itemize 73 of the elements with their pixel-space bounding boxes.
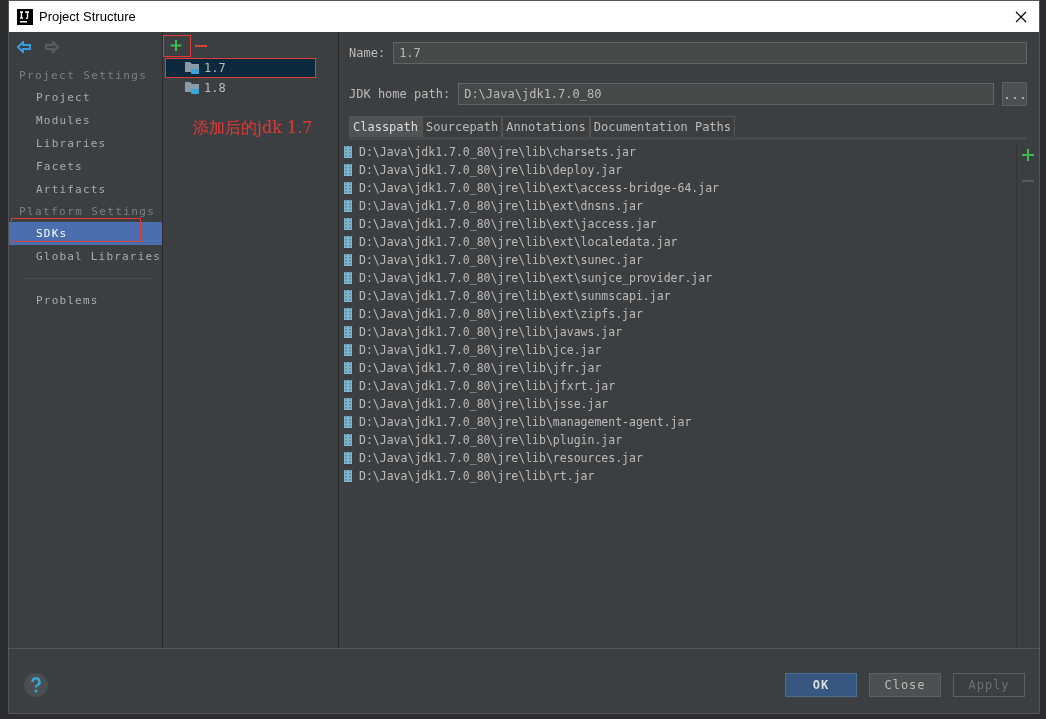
annotation-text: 添加后的jdk 1.7 xyxy=(192,117,314,139)
jar-icon xyxy=(344,254,352,266)
sidebar-item[interactable]: Artifacts xyxy=(9,178,162,201)
sidebar-item[interactable]: Problems xyxy=(9,289,162,312)
sidebar-item[interactable]: SDKs xyxy=(9,222,162,245)
jar-icon xyxy=(344,218,352,230)
jdk-home-path-field[interactable]: D:\Java\jdk1.7.0_80 xyxy=(458,83,994,105)
window-title: Project Structure xyxy=(39,9,136,24)
jar-icon xyxy=(344,416,352,428)
classpath-entry: D:\Java\jdk1.7.0_80\jre\lib\ext\access-bridge-64.jar xyxy=(359,181,720,195)
jar-icon xyxy=(344,236,352,248)
classpath-entry: D:\Java\jdk1.7.0_80\jre\lib\ext\dnsns.jar xyxy=(359,199,643,213)
classpath-entry: D:\Java\jdk1.7.0_80\jre\lib\charsets.jar xyxy=(359,145,636,159)
tab[interactable]: Documentation Paths xyxy=(589,116,736,137)
jar-icon xyxy=(344,362,352,374)
classpath-entry: D:\Java\jdk1.7.0_80\jre\lib\ext\zipfs.jar xyxy=(359,307,643,321)
jar-icon xyxy=(344,290,352,302)
classpath-entry: D:\Java\jdk1.7.0_80\jre\lib\jsse.jar xyxy=(359,397,609,411)
sdk-item[interactable]: 1.8 xyxy=(163,78,338,98)
close-icon[interactable] xyxy=(1015,10,1027,23)
dialog-button[interactable]: Close xyxy=(869,673,941,697)
sidebar-item[interactable]: Global Libraries xyxy=(9,245,162,268)
jar-icon xyxy=(344,182,352,194)
help-icon[interactable] xyxy=(23,672,49,698)
jar-icon xyxy=(344,326,352,338)
section-heading: Platform Settings xyxy=(18,204,157,220)
classpath-entry: D:\Java\jdk1.7.0_80\jre\lib\ext\sunec.jar xyxy=(359,253,643,267)
sidebar-item[interactable]: Facets xyxy=(9,155,162,178)
jar-icon xyxy=(344,272,352,284)
jar-icon xyxy=(344,398,352,410)
sidebar-item[interactable]: Project xyxy=(9,86,162,109)
back-arrow-icon[interactable] xyxy=(17,41,31,53)
sdk-label: 1.7 xyxy=(204,61,226,75)
classpath-entry: D:\Java\jdk1.7.0_80\jre\lib\plugin.jar xyxy=(359,433,623,447)
app-logo-icon xyxy=(17,8,33,25)
jar-icon xyxy=(344,146,352,158)
jdk-folder-icon xyxy=(185,81,201,95)
sdk-label: 1.8 xyxy=(204,81,226,95)
jar-icon xyxy=(344,380,352,392)
add-icon[interactable] xyxy=(163,35,191,57)
name-field[interactable]: 1.7 xyxy=(393,42,1027,64)
classpath-entry: D:\Java\jdk1.7.0_80\jre\lib\resources.jar xyxy=(359,451,643,465)
add-icon[interactable] xyxy=(1022,149,1034,161)
tab[interactable]: Sourcepath xyxy=(422,116,503,137)
jar-icon xyxy=(344,344,352,356)
classpath-entry: D:\Java\jdk1.7.0_80\jre\lib\ext\sunmscapi.jar xyxy=(359,289,671,303)
classpath-entry: D:\Java\jdk1.7.0_80\jre\lib\deploy.jar xyxy=(359,163,623,177)
jdk-home-path-label: JDK home path: xyxy=(349,87,451,101)
classpath-entry: D:\Java\jdk1.7.0_80\jre\lib\management-agent.jar xyxy=(359,415,692,429)
classpath-entry: D:\Java\jdk1.7.0_80\jre\lib\rt.jar xyxy=(359,469,595,483)
browse-button[interactable]: ... xyxy=(1002,82,1027,106)
jar-icon xyxy=(344,434,352,446)
section-heading: Project Settings xyxy=(18,68,149,84)
jar-icon xyxy=(344,164,352,176)
dialog-button[interactable]: OK xyxy=(785,673,857,697)
sidebar-item[interactable]: Modules xyxy=(9,109,162,132)
sidebar-item[interactable]: Libraries xyxy=(9,132,162,155)
classpath-entry: D:\Java\jdk1.7.0_80\jre\lib\jce.jar xyxy=(359,343,602,357)
tab[interactable]: Annotations xyxy=(502,116,590,137)
jar-icon xyxy=(344,452,352,464)
jar-icon xyxy=(344,470,352,482)
jdk-folder-icon xyxy=(185,61,201,75)
classpath-entry: D:\Java\jdk1.7.0_80\jre\lib\ext\jaccess.jar xyxy=(359,217,657,231)
jar-icon xyxy=(344,200,352,212)
classpath-entry: D:\Java\jdk1.7.0_80\jre\lib\ext\sunjce_provider.jar xyxy=(359,271,713,285)
classpath-entry: D:\Java\jdk1.7.0_80\jre\lib\jfr.jar xyxy=(359,361,602,375)
tab[interactable]: Classpath xyxy=(349,116,423,137)
classpath-entry: D:\Java\jdk1.7.0_80\jre\lib\jfxrt.jar xyxy=(359,379,616,393)
classpath-entry: D:\Java\jdk1.7.0_80\jre\lib\ext\localedata.jar xyxy=(359,235,678,249)
name-label: Name: xyxy=(349,46,386,60)
jar-icon xyxy=(344,308,352,320)
sdk-item[interactable]: 1.7 xyxy=(165,58,316,78)
classpath-entry: D:\Java\jdk1.7.0_80\jre\lib\javaws.jar xyxy=(359,325,623,339)
